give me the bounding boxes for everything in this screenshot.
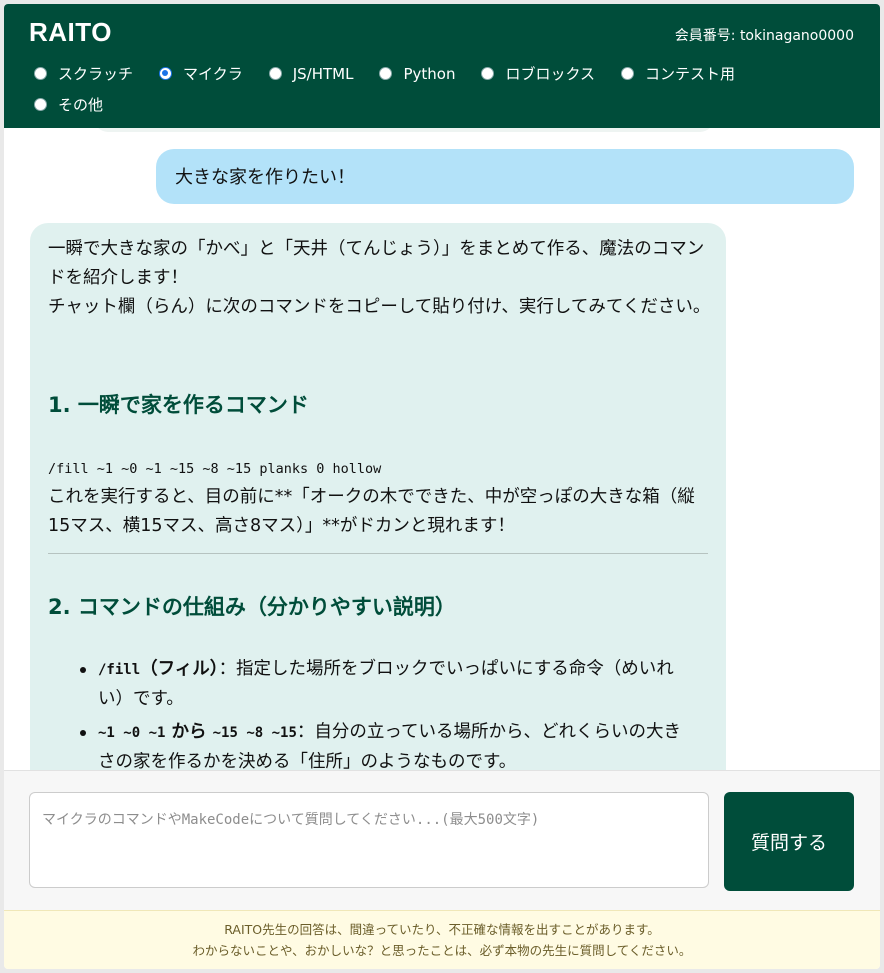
radio-icon[interactable] — [34, 98, 47, 111]
brand-logo: RAITO — [29, 17, 112, 47]
bot-instruction-text: チャット欄（らん）に次のコマンドをコピーして貼り付け、実行してみてください。 — [48, 297, 711, 317]
header-bar: RAITO 会員番号: tokinagano0000 スクラッチ マイクラ JS… — [4, 4, 880, 128]
app-window: RAITO 会員番号: tokinagano0000 スクラッチ マイクラ JS… — [4, 4, 880, 969]
code-term: /fill — [98, 662, 141, 678]
user-message: 大きな家を作りたい！ — [156, 149, 854, 204]
category-other[interactable]: その他 — [34, 94, 103, 115]
category-label: ロブロックス — [505, 65, 596, 83]
question-input-area: 質問する — [4, 770, 880, 911]
category-label: その他 — [58, 96, 104, 114]
radio-icon[interactable] — [34, 67, 47, 80]
radio-icon[interactable] — [268, 67, 282, 80]
code-term: ~15 ~8 ~15 — [212, 725, 297, 741]
category-label: コンテスト用 — [645, 65, 736, 83]
question-input[interactable] — [29, 792, 709, 888]
member-id: 会員番号: tokinagano0000 — [674, 28, 854, 44]
radio-icon[interactable] — [379, 67, 393, 80]
category-label: マイクラ — [183, 65, 243, 83]
category-roblox[interactable]: ロブロックス — [481, 63, 595, 84]
radio-icon[interactable] — [481, 67, 495, 80]
bot-intro-text: 一瞬で大きな家の「かべ」と「天井（てんじょう）」をまとめて作る、魔法のコマンドを… — [48, 239, 705, 288]
list-item: /fill（フィル）：指定した場所をブロックでいっぱいにする命令（めいれい）です… — [76, 655, 696, 714]
category-python[interactable]: Python — [379, 63, 455, 84]
disclaimer-footer: RAITO先生の回答は、間違っていたり、不正確な情報を出すことがあります。 わか… — [4, 910, 880, 969]
ask-button[interactable]: 質問する — [724, 792, 854, 891]
term-connector: から — [165, 722, 213, 742]
section-heading-2: 2. コマンドの仕組み（分かりやすい説明） — [48, 595, 456, 619]
command-code: /fill ~1 ~0 ~1 ~15 ~8 ~15 planks 0 hollo… — [48, 461, 382, 477]
disclaimer-line-1: RAITO先生の回答は、間違っていたり、不正確な情報を出すことがあります。 — [224, 922, 660, 937]
bot-message: 一瞬で大きな家の「かべ」と「天井（てんじょう）」をまとめて作る、魔法のコマンドを… — [30, 223, 726, 770]
category-minecraft[interactable]: マイクラ — [159, 63, 243, 84]
category-radio-group: スクラッチ マイクラ JS/HTML Python ロブロックス コンテスト用 — [34, 63, 854, 115]
user-message-text: 大きな家を作りたい！ — [175, 167, 355, 188]
section-heading-1: 1. 一瞬で家を作るコマンド — [48, 393, 309, 417]
command-result-text: これを実行すると、目の前に**「オークの木でできた、中が空っぽの大きな箱（縦15… — [48, 487, 695, 536]
bot-intro: 一瞬で大きな家の「かべ」と「天井（てんじょう）」をまとめて作る、魔法のコマンドを… — [48, 235, 713, 322]
term-reading: （フィル） — [140, 659, 219, 679]
code-term: ~1 ~0 ~1 — [98, 725, 166, 741]
explanation-list: /fill（フィル）：指定した場所をブロックでいっぱいにする命令（めいれい）です… — [76, 655, 696, 770]
disclaimer-line-2: わからないことや、おかしいな？と思ったことは、必ず本物の先生に質問してください。 — [192, 943, 692, 958]
category-label: Python — [403, 64, 456, 83]
category-jshtml[interactable]: JS/HTML — [268, 63, 354, 84]
section-divider — [48, 553, 708, 554]
category-contest[interactable]: コンテスト用 — [621, 63, 735, 84]
category-scratch[interactable]: スクラッチ — [34, 63, 133, 84]
chat-history[interactable]: 大きな家を作りたい！ 一瞬で大きな家の「かべ」と「天井（てんじょう）」をまとめて… — [4, 128, 880, 770]
category-label: スクラッチ — [58, 65, 134, 83]
radio-checked-icon[interactable] — [159, 67, 173, 80]
previous-message-tail — [94, 128, 714, 132]
list-item: ~1 ~0 ~1 から ~15 ~8 ~15：自分の立っている場所から、どれくら… — [76, 718, 696, 770]
radio-icon[interactable] — [621, 67, 635, 80]
category-label: JS/HTML — [292, 64, 354, 83]
